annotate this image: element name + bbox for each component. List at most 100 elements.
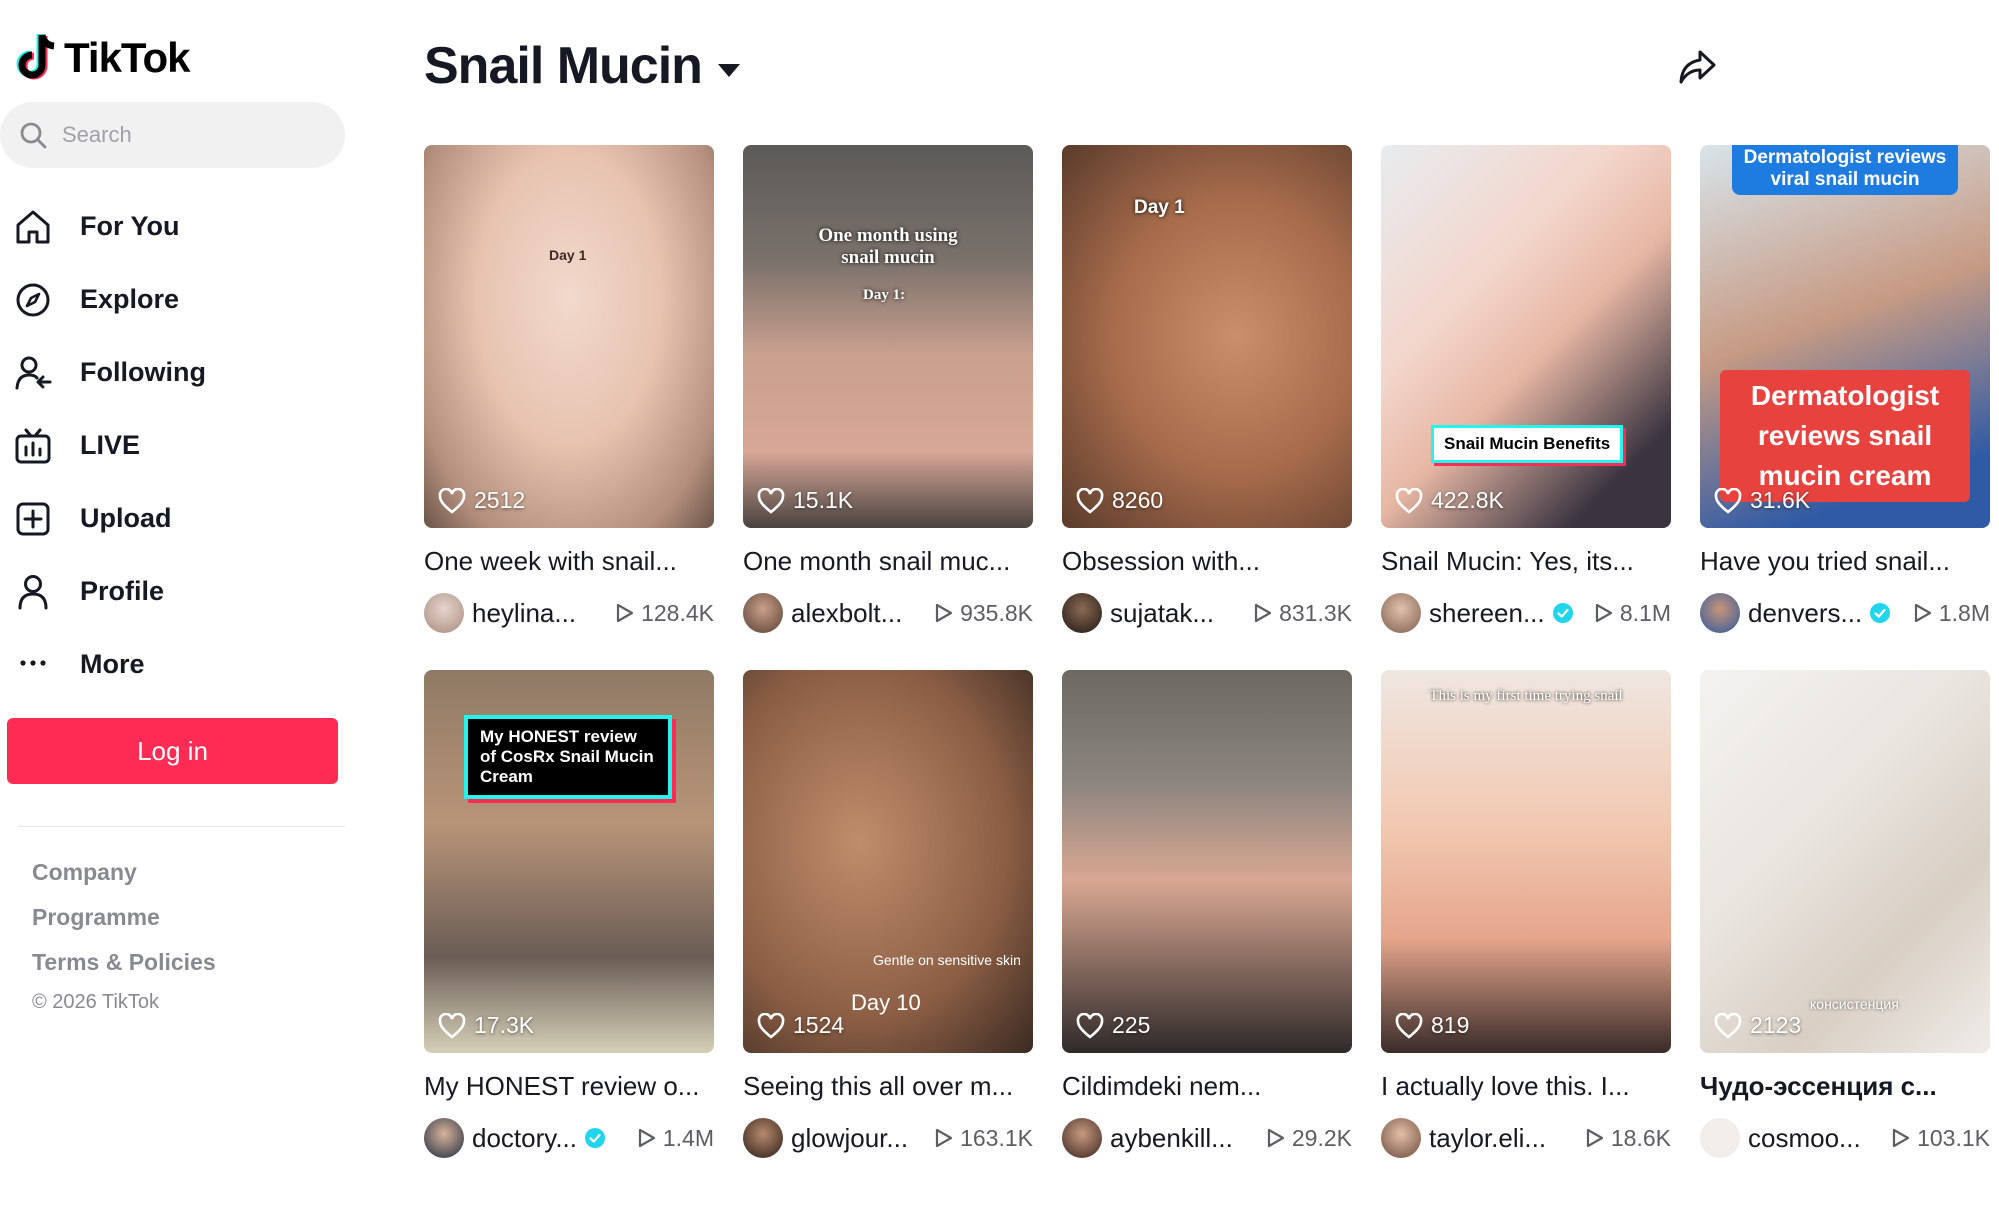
search-input[interactable] xyxy=(62,122,322,148)
view-count: 29.2K xyxy=(1264,1125,1352,1152)
username[interactable]: taylor.eli... xyxy=(1429,1123,1546,1154)
view-count: 1.8M xyxy=(1911,600,1990,627)
heart-icon xyxy=(1395,487,1423,514)
username[interactable]: cosmoo... xyxy=(1748,1123,1861,1154)
thumbnail-caption-banner: Dermatologist reviews snail mucin cream xyxy=(1720,370,1970,502)
video-thumbnail[interactable]: My HONEST review of CosRx Snail Mucin Cr… xyxy=(424,670,714,1053)
video-title[interactable]: Obsession with... xyxy=(1062,546,1352,577)
video-title[interactable]: One week with snail... xyxy=(424,546,714,577)
username[interactable]: shereen... xyxy=(1429,598,1545,629)
video-card: 225 Cildimdeki nem... aybenkill... 29.2K xyxy=(1062,670,1352,1158)
play-icon xyxy=(616,603,634,623)
avatar[interactable] xyxy=(1381,593,1421,633)
play-icon xyxy=(1586,1128,1603,1148)
avatar[interactable] xyxy=(424,1118,464,1158)
video-thumbnail[interactable]: Day 1 8260 xyxy=(1062,145,1352,528)
footer-link-terms[interactable]: Terms & Policies xyxy=(32,940,216,985)
like-count: 31.6K xyxy=(1714,487,1810,514)
avatar[interactable] xyxy=(1700,1118,1740,1158)
username[interactable]: doctory... xyxy=(472,1123,577,1154)
video-thumbnail[interactable]: 225 xyxy=(1062,670,1352,1053)
thumbnail-caption: Day 1 xyxy=(1134,197,1185,218)
like-count: 2123 xyxy=(1714,1012,1801,1039)
video-card: This is my first time trying snail 819 I… xyxy=(1381,670,1671,1158)
thumbnail-caption: Day 1 xyxy=(549,247,587,263)
video-title[interactable]: Чудо-эссенция с... xyxy=(1700,1071,1990,1102)
video-meta: denvers... 1.8M xyxy=(1700,593,1990,633)
nav-item-following[interactable]: Following xyxy=(12,336,206,409)
username[interactable]: denvers... xyxy=(1748,598,1862,629)
avatar[interactable] xyxy=(743,1118,783,1158)
nav-item-profile[interactable]: Profile xyxy=(12,555,206,628)
nav-item-upload[interactable]: Upload xyxy=(12,482,206,555)
thumbnail-caption: This is my first time trying snail xyxy=(1429,688,1623,704)
video-meta: heylina... 128.4K xyxy=(424,593,714,633)
nav-item-explore[interactable]: Explore xyxy=(12,263,206,336)
video-card: Snail Mucin Benefits 422.8K Snail Mucin:… xyxy=(1381,145,1671,633)
avatar[interactable] xyxy=(743,593,783,633)
video-thumbnail[interactable]: Dermatologist reviews viral snail mucin … xyxy=(1700,145,1990,528)
caret-down-icon[interactable] xyxy=(716,60,742,80)
video-title[interactable]: One month snail muc... xyxy=(743,546,1033,577)
footer-link-company[interactable]: Company xyxy=(32,850,216,895)
heart-icon xyxy=(1076,487,1104,514)
play-icon xyxy=(935,603,953,623)
username[interactable]: alexbolt... xyxy=(791,598,902,629)
heart-icon xyxy=(1395,1012,1423,1039)
avatar[interactable] xyxy=(1062,593,1102,633)
video-meta: alexbolt... 935.8K xyxy=(743,593,1033,633)
video-meta: shereen... 8.1M xyxy=(1381,593,1671,633)
video-title[interactable]: Have you tried snail... xyxy=(1700,546,1990,577)
avatar[interactable] xyxy=(1381,1118,1421,1158)
video-card: My HONEST review of CosRx Snail Mucin Cr… xyxy=(424,670,714,1158)
more-dots-icon xyxy=(12,644,54,686)
play-icon xyxy=(1254,603,1272,623)
video-meta: cosmoo... 103.1K xyxy=(1700,1118,1990,1158)
thumbnail-caption: My HONEST review of CosRx Snail Mucin Cr… xyxy=(464,715,672,799)
tiktok-logo[interactable]: TikTok xyxy=(12,28,190,88)
play-icon xyxy=(935,1128,953,1148)
like-count: 2512 xyxy=(438,487,525,514)
like-count: 422.8K xyxy=(1395,487,1504,514)
username[interactable]: aybenkill... xyxy=(1110,1123,1233,1154)
video-thumbnail[interactable]: Day 1 2512 xyxy=(424,145,714,528)
username[interactable]: glowjour... xyxy=(791,1123,908,1154)
view-count: 831.3K xyxy=(1251,600,1352,627)
like-count: 15.1K xyxy=(757,487,853,514)
nav-item-more[interactable]: More xyxy=(12,628,206,701)
footer-link-programme[interactable]: Programme xyxy=(32,895,216,940)
heart-icon xyxy=(757,487,785,514)
video-title[interactable]: I actually love this. I... xyxy=(1381,1071,1671,1102)
video-thumbnail[interactable]: консистенция 2123 xyxy=(1700,670,1990,1053)
video-thumbnail[interactable]: One month using snail mucin Day 1: 15.1K xyxy=(743,145,1033,528)
page-title: Snail Mucin xyxy=(424,37,703,95)
video-thumbnail[interactable]: This is my first time trying snail 819 xyxy=(1381,670,1671,1053)
view-count: 128.4K xyxy=(613,600,714,627)
avatar[interactable] xyxy=(1700,593,1740,633)
view-count: 18.6K xyxy=(1583,1125,1671,1152)
video-thumbnail[interactable]: Gentle on sensitive skin Day 10 1524 xyxy=(743,670,1033,1053)
share-icon[interactable] xyxy=(1676,46,1718,88)
thumbnail-caption: Dermatologist reviews viral snail mucin xyxy=(1732,145,1958,195)
like-count: 225 xyxy=(1076,1012,1150,1039)
video-title[interactable]: Seeing this all over m... xyxy=(743,1071,1033,1102)
video-card: Gentle on sensitive skin Day 10 1524 See… xyxy=(743,670,1033,1158)
username[interactable]: heylina... xyxy=(472,598,576,629)
nav-item-for-you[interactable]: For You xyxy=(12,190,206,263)
video-card: Dermatologist reviews viral snail mucin … xyxy=(1700,145,1990,633)
thumbnail-caption: консистенция xyxy=(1810,996,1899,1012)
video-title[interactable]: Cildimdeki nem... xyxy=(1062,1071,1352,1102)
login-button[interactable]: Log in xyxy=(7,718,338,784)
nav-label: Following xyxy=(80,357,206,387)
tiktok-wordmark: TikTok xyxy=(64,34,190,81)
search-bar[interactable] xyxy=(0,102,345,168)
video-thumbnail[interactable]: Snail Mucin Benefits 422.8K xyxy=(1381,145,1671,528)
nav-label: Profile xyxy=(80,576,165,606)
nav-item-live[interactable]: LIVE xyxy=(12,409,206,482)
video-title[interactable]: My HONEST review o... xyxy=(424,1071,714,1102)
avatar[interactable] xyxy=(1062,1118,1102,1158)
video-title[interactable]: Snail Mucin: Yes, its... xyxy=(1381,546,1671,577)
avatar[interactable] xyxy=(424,593,464,633)
live-tv-icon xyxy=(12,425,54,467)
username[interactable]: sujatak... xyxy=(1110,598,1214,629)
